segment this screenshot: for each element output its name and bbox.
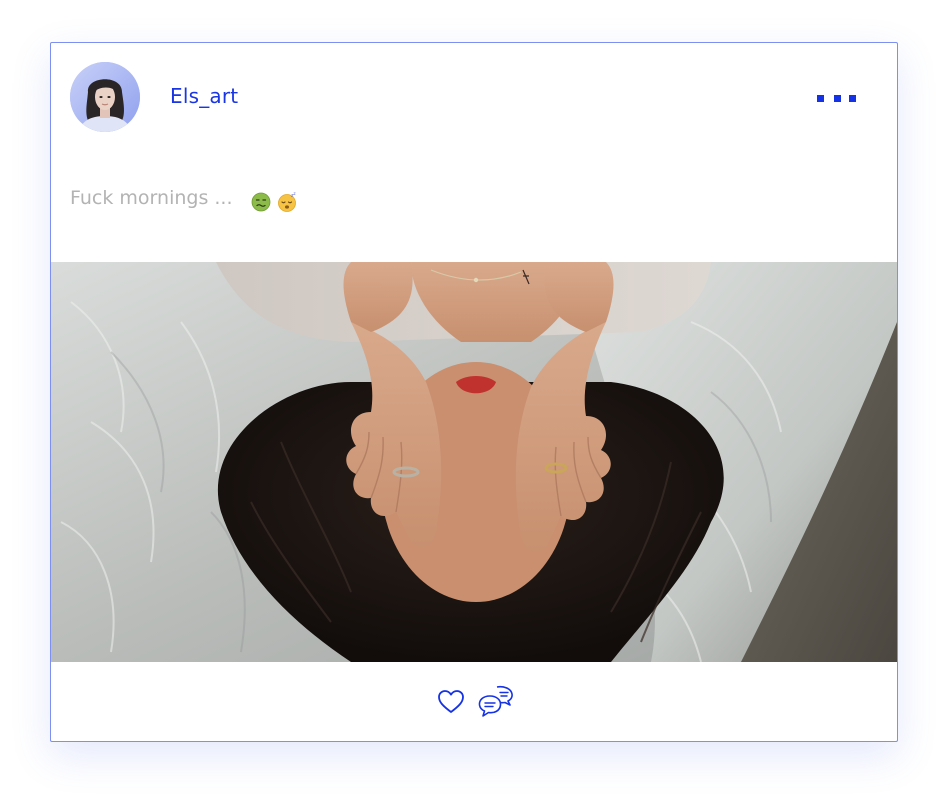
more-dots-icon-dot (849, 95, 856, 102)
more-dots-icon (817, 95, 824, 102)
sleeping-face-emoji: z z (277, 191, 296, 212)
caption-emojis: z z (251, 190, 297, 212)
post-actions (51, 662, 897, 741)
caption-text: Fuck mornings ... (70, 187, 233, 209)
post-photo[interactable] (51, 262, 897, 662)
heart-icon[interactable] (437, 689, 465, 719)
post-card: Els_art Fuck mornings ... z z (50, 42, 898, 742)
more-dots-icon-dot (834, 95, 841, 102)
post-caption: Fuck mornings ... z z (70, 187, 297, 212)
more-options-button[interactable] (811, 91, 857, 105)
svg-text:z: z (293, 192, 295, 196)
comments-icon[interactable] (477, 684, 515, 722)
avatar[interactable] (70, 62, 140, 132)
username-link[interactable]: Els_art (170, 84, 238, 108)
nauseated-face-emoji (251, 192, 270, 211)
